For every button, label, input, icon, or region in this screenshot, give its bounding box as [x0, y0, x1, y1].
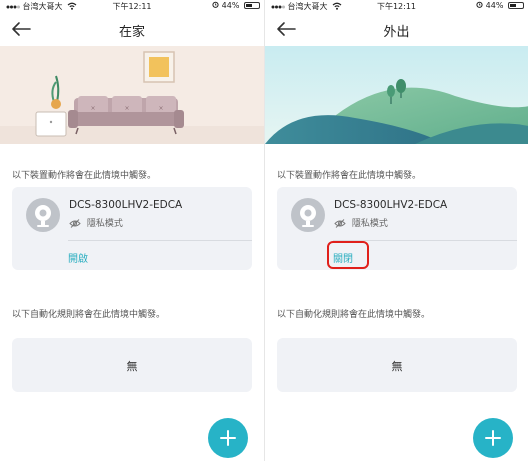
battery-percent: 44%: [221, 1, 240, 10]
svg-text:×: ×: [124, 105, 129, 112]
camera-icon: [26, 198, 60, 232]
automation-empty-text: 無: [391, 360, 403, 373]
status-bar: 台湾大哥大 下午12:11 44%: [265, 0, 528, 12]
devices-section-label: 以下裝置動作將會在此情境中觸發。: [277, 171, 422, 181]
svg-text:×: ×: [90, 105, 95, 112]
device-mode-label: 隱私模式: [351, 219, 388, 229]
nav-bar: 在家: [0, 12, 264, 46]
device-mode-label: 隱私模式: [86, 219, 123, 229]
plus-icon: [220, 430, 236, 446]
scene-panel-away: 台湾大哥大 下午12:11 44% 外出 以下裝置動作將會在此情境中觸發。 DC…: [264, 0, 528, 461]
scene-illustration-away: [265, 46, 528, 144]
battery-percent: 44%: [485, 1, 504, 10]
devices-section-label: 以下裝置動作將會在此情境中觸發。: [12, 171, 157, 181]
automation-empty-card: 無: [277, 338, 517, 392]
scene-panel-home: 台湾大哥大 下午12:11 44% 在家 × × × 以下裝置動作將會在此情境中…: [0, 0, 264, 461]
divider: [68, 240, 252, 241]
battery-icon: [244, 2, 260, 9]
add-button[interactable]: [473, 418, 513, 458]
scene-illustration-home: × × ×: [0, 46, 264, 144]
eye-slash-icon: [69, 219, 87, 229]
device-card: DCS-8300LHV2-EDCA 隱私模式 關閉: [277, 187, 517, 270]
status-bar: 台湾大哥大 下午12:11 44%: [0, 0, 264, 12]
device-name: DCS-8300LHV2-EDCA: [334, 199, 448, 211]
page-title: 外出: [383, 25, 410, 40]
svg-text:×: ×: [158, 105, 163, 112]
page-title: 在家: [118, 25, 145, 40]
device-action-off[interactable]: 關閉: [333, 250, 353, 265]
device-name: DCS-8300LHV2-EDCA: [69, 199, 183, 211]
battery-icon: [508, 2, 524, 9]
plus-icon: [485, 430, 501, 446]
device-card: DCS-8300LHV2-EDCA 隱私模式 開啟: [12, 187, 252, 270]
automation-section-label: 以下自動化規則將會在此情境中觸發。: [277, 310, 431, 320]
automation-empty-text: 無: [126, 360, 138, 373]
nav-bar: 外出: [265, 12, 528, 46]
automation-section-label: 以下自動化規則將會在此情境中觸發。: [12, 310, 166, 320]
automation-empty-card: 無: [12, 338, 252, 392]
device-action-on[interactable]: 開啟: [68, 250, 88, 265]
camera-icon: [291, 198, 325, 232]
eye-slash-icon: [334, 219, 352, 229]
alarm-icon: [476, 1, 486, 10]
add-button[interactable]: [208, 418, 248, 458]
alarm-icon: [212, 1, 222, 10]
